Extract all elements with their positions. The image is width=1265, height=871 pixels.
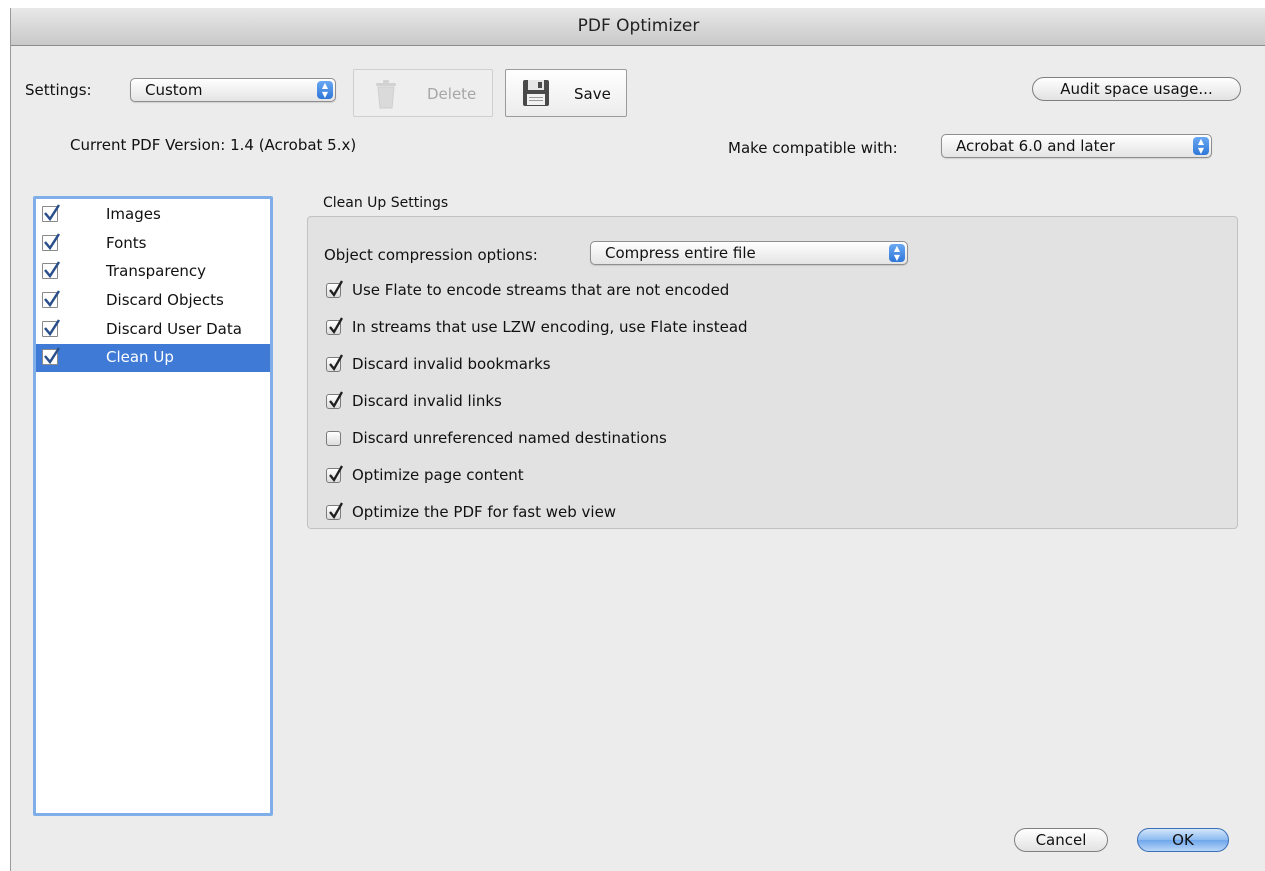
delete-label: Delete	[427, 85, 477, 103]
sidebar-item-clean-up[interactable]: Clean Up	[36, 344, 270, 372]
discard-unreferenced-destinations-checkbox[interactable]	[326, 431, 341, 446]
window-title: PDF Optimizer	[577, 16, 700, 36]
pdf-optimizer-dialog: PDF Optimizer Settings: Custom ▲ ▼ Delete…	[10, 8, 1265, 871]
current-pdf-version: Current PDF Version: 1.4 (Acrobat 5.x)	[70, 136, 357, 154]
delete-button[interactable]: Delete	[353, 69, 493, 117]
settings-dropdown[interactable]: Custom ▲ ▼	[130, 78, 336, 102]
settings-label: Settings:	[25, 81, 92, 99]
ok-label: OK	[1172, 831, 1194, 849]
checkbox-icon	[42, 261, 61, 279]
trash-icon	[376, 80, 396, 109]
option-label: In streams that use LZW encoding, use Fl…	[352, 318, 748, 336]
checkmark-icon	[329, 354, 343, 372]
popup-arrows-icon: ▲ ▼	[1193, 137, 1209, 155]
option-label: Use Flate to encode streams that are not…	[352, 281, 730, 299]
checkmark-icon	[329, 465, 343, 483]
make-compatible-label: Make compatible with:	[728, 139, 898, 157]
popup-arrows-icon: ▲ ▼	[317, 81, 333, 99]
option-label: Discard invalid bookmarks	[352, 355, 551, 373]
compatibility-dropdown[interactable]: Acrobat 6.0 and later ▲ ▼	[941, 134, 1212, 158]
sidebar-item-label: Clean Up	[106, 348, 174, 366]
optimize-page-content-checkbox[interactable]	[326, 465, 343, 483]
option-label: Discard unreferenced named destinations	[352, 429, 667, 447]
sidebar-item-discard-objects[interactable]: Discard Objects	[36, 287, 270, 315]
checkbox-icon	[42, 204, 61, 222]
checkbox-icon	[42, 319, 61, 337]
lzw-to-flate-checkbox[interactable]	[326, 317, 343, 335]
option-label: Discard invalid links	[352, 392, 502, 410]
save-button[interactable]: Save	[505, 69, 627, 117]
fast-web-view-checkbox[interactable]	[326, 502, 343, 520]
checkbox-icon	[42, 290, 61, 308]
checkbox-icon	[42, 347, 61, 365]
popup-arrows-icon: ▲ ▼	[889, 244, 905, 262]
object-compression-dropdown[interactable]: Compress entire file ▲ ▼	[590, 241, 908, 265]
sidebar-item-label: Discard Objects	[106, 291, 224, 309]
sidebar-item-images[interactable]: Images	[36, 201, 270, 229]
save-label: Save	[574, 85, 611, 103]
sidebar-item-label: Images	[106, 205, 161, 223]
settings-value: Custom	[145, 81, 203, 99]
sidebar-item-fonts[interactable]: Fonts	[36, 230, 270, 258]
discard-invalid-links-checkbox[interactable]	[326, 391, 343, 409]
checkmark-icon	[329, 391, 343, 409]
sidebar-item-discard-user-data[interactable]: Discard User Data	[36, 316, 270, 344]
checkmark-icon	[329, 502, 343, 520]
category-list: Images Fonts Transparency Discard Object…	[33, 196, 273, 816]
object-compression-label: Object compression options:	[324, 246, 538, 264]
flate-encode-checkbox[interactable]	[326, 280, 343, 298]
object-compression-value: Compress entire file	[605, 244, 756, 262]
discard-invalid-bookmarks-checkbox[interactable]	[326, 354, 343, 372]
ok-button[interactable]: OK	[1137, 828, 1229, 852]
title-bar: PDF Optimizer	[11, 8, 1265, 46]
sidebar-item-label: Fonts	[106, 234, 147, 252]
option-label: Optimize the PDF for fast web view	[352, 503, 617, 521]
sidebar-item-transparency[interactable]: Transparency	[36, 258, 270, 286]
checkmark-icon	[329, 317, 343, 335]
checkmark-icon	[329, 280, 343, 298]
audit-space-usage-button[interactable]: Audit space usage...	[1032, 77, 1241, 101]
cancel-button[interactable]: Cancel	[1014, 828, 1108, 852]
audit-label: Audit space usage...	[1060, 80, 1213, 98]
sidebar-item-label: Transparency	[106, 262, 207, 280]
floppy-disk-icon	[523, 80, 549, 106]
sidebar-item-label: Discard User Data	[106, 320, 242, 338]
checkbox-icon	[42, 233, 61, 251]
option-label: Optimize page content	[352, 466, 524, 484]
cancel-label: Cancel	[1035, 831, 1087, 849]
compatibility-value: Acrobat 6.0 and later	[956, 137, 1115, 155]
clean-up-settings-heading: Clean Up Settings	[323, 195, 449, 211]
clean-up-settings-panel: Object compression options: Compress ent…	[307, 216, 1238, 529]
